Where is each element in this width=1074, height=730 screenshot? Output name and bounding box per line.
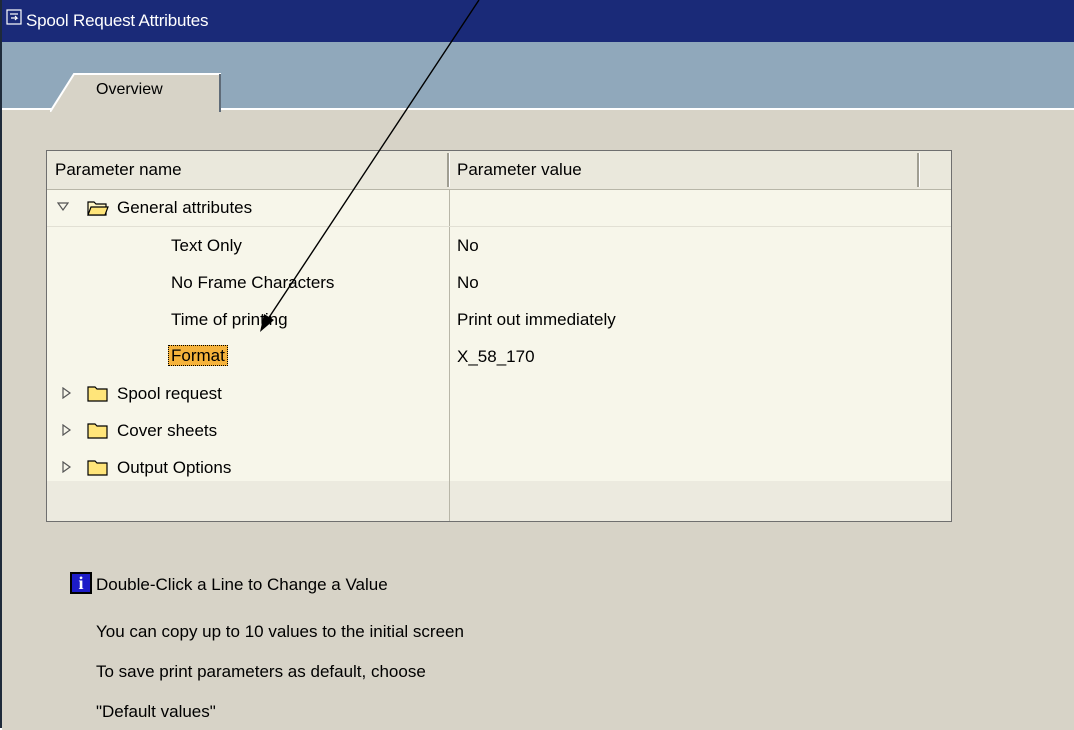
column-header-name[interactable]: Parameter name [47,151,449,189]
parameter-value: Print out immediately [457,310,616,329]
column-header-value[interactable]: Parameter value [449,151,919,189]
info-icon: i [70,572,92,594]
title-bar: Spool Request Attributes [2,0,1074,42]
tree-row-format[interactable]: Format X_58_170 [47,338,951,375]
info-text-line: You can copy up to 10 values to the init… [96,622,464,641]
parameter-name: Text Only [171,236,242,255]
empty-row [47,481,951,521]
open-folder-icon [87,201,109,216]
folder-icon [87,460,108,476]
expand-right-icon[interactable] [61,461,73,473]
column-divider[interactable] [917,153,920,187]
folder-icon [87,386,108,402]
parameter-value: X_58_170 [457,347,535,366]
tree-row-time-of-printing[interactable]: Time of printing Print out immediately [47,301,951,338]
folder-icon [87,423,108,439]
parameter-value: No [457,236,479,255]
info-text-line: Double-Click a Line to Change a Value [96,575,388,594]
parameter-name: Time of printing [171,310,288,329]
window-icon [6,9,22,25]
expand-down-icon[interactable] [57,201,69,213]
window-title: Spool Request Attributes [26,11,209,30]
tree-row-general-attributes[interactable]: General attributes [47,189,951,226]
column-separator [449,481,450,521]
selected-cell: Format [168,345,228,366]
expand-right-icon[interactable] [61,424,73,436]
expand-right-icon[interactable] [61,387,73,399]
spool-request-window: Spool Request Attributes Overview Parame… [0,0,1074,730]
parameter-tree-grid[interactable]: Parameter name Parameter value General a… [46,150,952,522]
tree-row-text-only[interactable]: Text Only No [47,227,951,264]
parameter-value: No [457,273,479,292]
tab-overview-label: Overview [96,81,163,98]
grid-header: Parameter name Parameter value [47,151,951,190]
tree-label: General attributes [117,198,253,217]
tree-label: Spool request [117,384,222,403]
info-text-line: To save print parameters as default, cho… [96,662,426,681]
parameter-name-selected: Format [168,344,228,368]
tree-label: Cover sheets [117,421,218,440]
parameter-name: No Frame Characters [171,273,335,292]
tree-row-spool-request[interactable]: Spool request [47,375,951,412]
info-text-line: "Default values" [96,702,216,721]
tab-overview[interactable]: Overview [50,72,222,112]
tree-row-cover-sheets[interactable]: Cover sheets [47,412,951,449]
tree-row-no-frame-characters[interactable]: No Frame Characters No [47,264,951,301]
